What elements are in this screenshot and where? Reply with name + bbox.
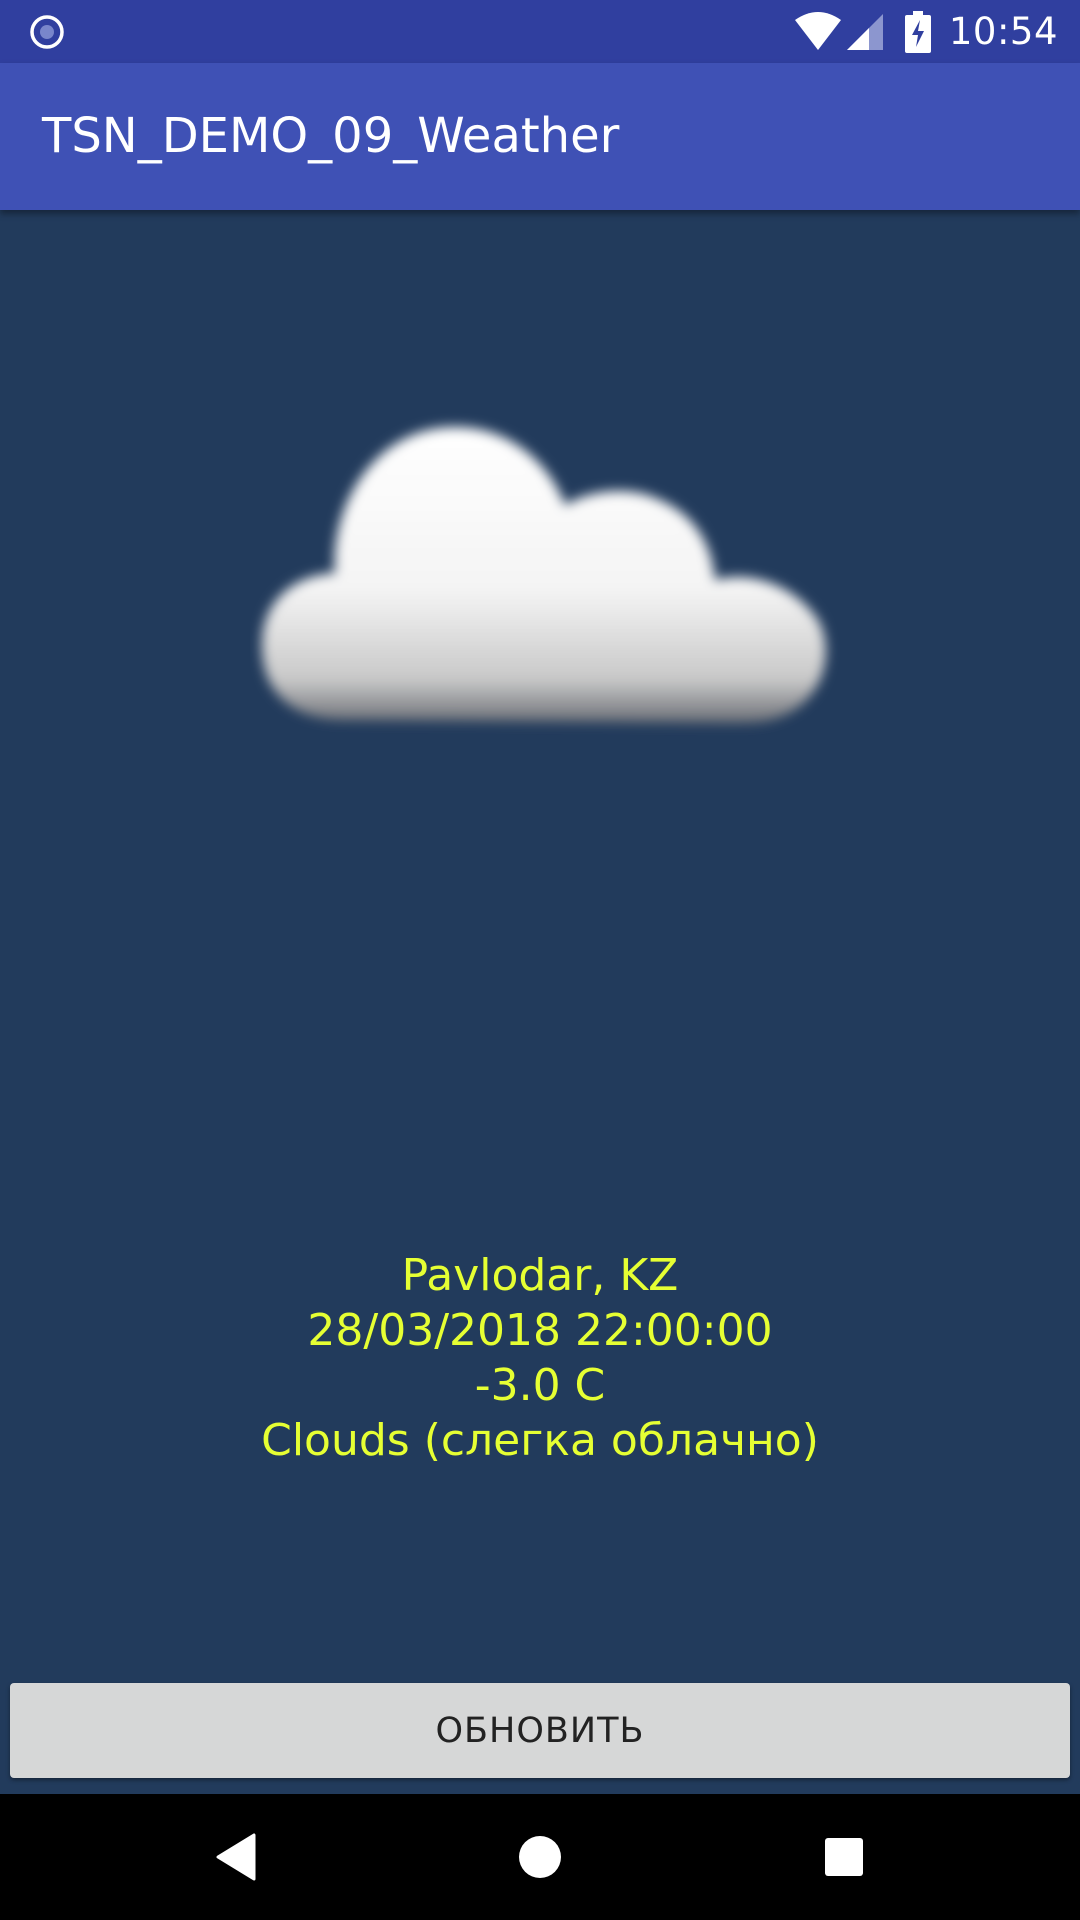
navigation-bar — [0, 1794, 1080, 1920]
status-bar: 10:54 — [0, 0, 1080, 63]
temperature-text: -3.0 C — [474, 1360, 606, 1411]
nav-back-button[interactable] — [166, 1794, 306, 1920]
app-bar: TSN_DEMO_09_Weather — [0, 63, 1080, 210]
status-time: 10:54 — [948, 10, 1058, 53]
nav-recents-button[interactable] — [774, 1794, 914, 1920]
recents-icon — [825, 1838, 863, 1876]
weather-info: Pavlodar, KZ 28/03/2018 22:00:00 -3.0 C … — [0, 1248, 1080, 1468]
back-icon — [216, 1833, 256, 1881]
notification-circle-icon — [30, 15, 64, 49]
nav-home-button[interactable] — [470, 1794, 610, 1920]
status-icons: 10:54 — [793, 0, 1058, 63]
refresh-button[interactable]: ОБНОВИТЬ — [10, 1683, 1070, 1778]
cell-signal-icon — [846, 13, 883, 50]
datetime-text: 28/03/2018 22:00:00 — [307, 1305, 773, 1356]
app-title: TSN_DEMO_09_Weather — [42, 108, 620, 164]
weather-screen: 10:54 TSN_DEMO_09_Weather Pavlodar, KZ 2… — [0, 0, 1080, 1920]
cloud-icon — [262, 427, 826, 723]
home-icon — [519, 1836, 561, 1878]
battery-charging-icon — [904, 10, 931, 53]
refresh-button-label: ОБНОВИТЬ — [435, 1710, 645, 1751]
description-text: Clouds (слегка облачно) — [261, 1415, 819, 1466]
wifi-icon — [794, 11, 841, 50]
location-text: Pavlodar, KZ — [401, 1250, 679, 1301]
